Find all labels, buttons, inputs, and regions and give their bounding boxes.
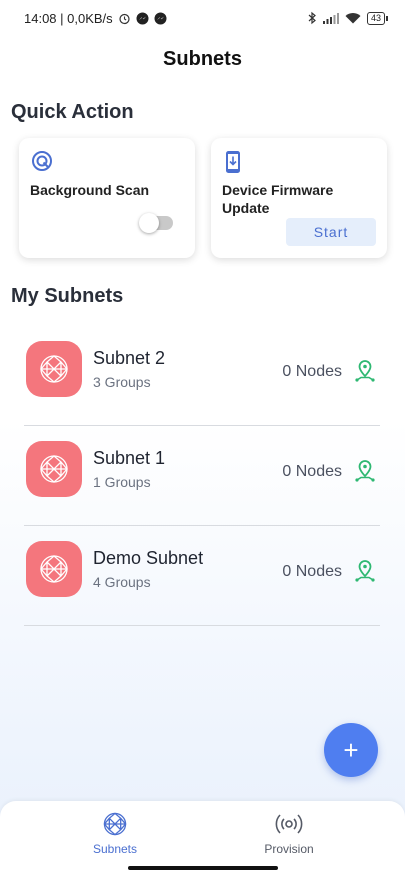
subnet-nodes: 0 Nodes — [282, 363, 342, 380]
toggle-knob — [139, 213, 159, 233]
my-subnets-heading: My Subnets — [11, 285, 124, 307]
subnet-row[interactable]: Subnet 2 3 Groups 0 Nodes — [24, 326, 380, 426]
mesh-icon — [40, 355, 68, 383]
messenger-icon — [136, 12, 149, 24]
page-title: Subnets — [163, 48, 242, 70]
subnet-avatar — [26, 541, 82, 597]
alarm-icon — [119, 13, 130, 24]
nav-item-subnets[interactable]: Subnets — [55, 811, 175, 856]
subnet-groups: 3 Groups — [93, 374, 151, 390]
subnet-avatar — [26, 441, 82, 497]
broadcast-icon — [275, 814, 303, 834]
firmware-update-card: Device Firmware Update Start — [211, 138, 387, 258]
background-scan-toggle[interactable] — [139, 213, 173, 233]
bluetooth-icon — [308, 11, 316, 25]
battery-indicator: 43 — [366, 11, 389, 25]
scan-icon — [32, 151, 52, 171]
status-time: 14:08 | 0,0KB/s — [24, 10, 113, 26]
subnet-row[interactable]: Demo Subnet 4 Groups 0 Nodes — [24, 526, 380, 626]
nav-item-provision[interactable]: Provision — [229, 811, 349, 856]
quick-action-heading: Quick Action — [11, 101, 134, 123]
subnet-name: Subnet 2 — [93, 348, 166, 368]
subnet-name: Demo Subnet — [93, 548, 204, 568]
signal-icon — [322, 13, 339, 24]
home-indicator — [128, 866, 278, 870]
firmware-update-label: Device Firmware Update — [222, 182, 334, 216]
subnet-name: Subnet 1 — [93, 448, 166, 468]
phone-download-icon — [226, 151, 240, 173]
location-pin-icon[interactable] — [354, 459, 376, 483]
add-subnet-button[interactable]: + — [324, 723, 378, 777]
subnet-groups: 1 Groups — [93, 474, 151, 490]
nav-label-provision: Provision — [264, 842, 314, 856]
subnet-nodes: 0 Nodes — [282, 563, 342, 580]
location-pin-icon[interactable] — [354, 359, 376, 383]
status-bar: 14:08 | 0,0KB/s 43 — [0, 0, 405, 36]
background-scan-label: Background Scan — [30, 182, 150, 198]
messenger-icon — [154, 12, 167, 24]
subnet-avatar — [26, 341, 82, 397]
background-scan-card: Background Scan — [19, 138, 195, 258]
subnet-row[interactable]: Subnet 1 1 Groups 0 Nodes — [24, 426, 380, 526]
wifi-icon — [345, 13, 361, 24]
start-button[interactable]: Start — [286, 218, 376, 246]
mesh-icon — [103, 812, 127, 836]
mesh-icon — [40, 555, 68, 583]
nav-label-subnets: Subnets — [92, 842, 138, 856]
mesh-icon — [40, 455, 68, 483]
location-pin-icon[interactable] — [354, 559, 376, 583]
subnet-nodes: 0 Nodes — [282, 463, 342, 480]
subnet-groups: 4 Groups — [93, 574, 151, 590]
